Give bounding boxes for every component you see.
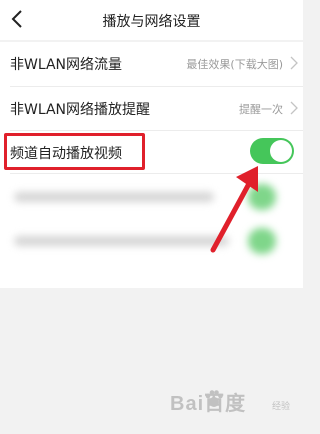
setting-row-non-wlan-reminder[interactable]: 非WLAN网络播放提醒 提醒一次 <box>0 87 303 129</box>
setting-label: 非WLAN网络流量 <box>10 57 123 73</box>
blurred-text <box>14 236 229 246</box>
baidu-watermark: Bai百度 经验 <box>170 383 290 419</box>
setting-value: 提醒一次 <box>239 103 283 116</box>
blurred-row <box>0 220 303 262</box>
setting-value: 最佳效果(下载大图) <box>186 58 283 71</box>
blurred-toggle <box>248 184 276 210</box>
chevron-right-icon <box>290 101 298 115</box>
watermark-sub: 经验 <box>271 402 290 412</box>
top-bar: 播放与网络设置 <box>0 0 303 40</box>
page-title: 播放与网络设置 <box>102 14 201 30</box>
setting-label: 非WLAN网络播放提醒 <box>10 102 151 118</box>
auto-play-toggle[interactable] <box>250 138 294 164</box>
toggle-knob <box>270 140 292 162</box>
blurred-row <box>0 176 303 218</box>
divider <box>10 173 303 174</box>
highlight-box <box>4 133 145 170</box>
watermark-text: Bai百度 <box>170 393 247 415</box>
chevron-right-icon <box>290 56 298 70</box>
blurred-text <box>14 192 214 202</box>
setting-row-non-wlan-traffic[interactable]: 非WLAN网络流量 最佳效果(下载大图) <box>0 42 303 84</box>
blurred-toggle <box>248 228 276 254</box>
